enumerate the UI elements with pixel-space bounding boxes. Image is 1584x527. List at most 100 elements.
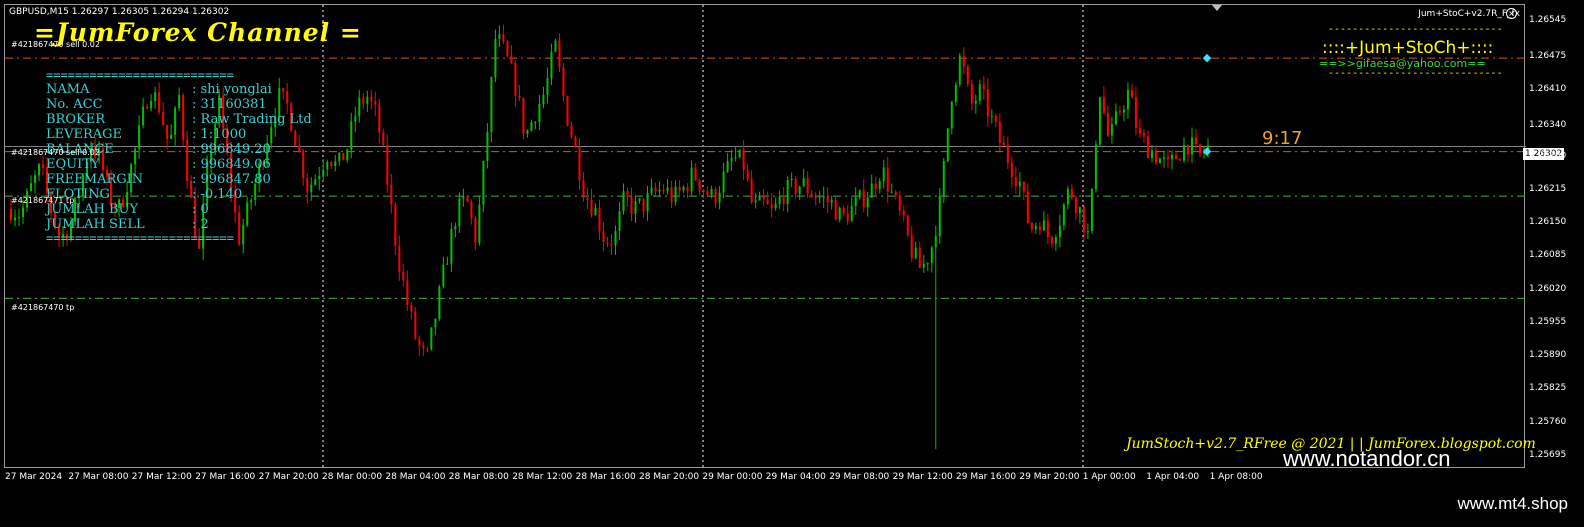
bull-candle-body [1078, 206, 1081, 213]
scroll-shift-marker-icon[interactable] [1212, 5, 1222, 11]
bear-candle-body [810, 193, 813, 198]
bull-candle-body [478, 204, 481, 243]
bull-candle-body [946, 128, 949, 162]
bull-candle-body [546, 78, 549, 95]
bull-candle-body [442, 264, 445, 287]
bear-candle-body [834, 200, 837, 220]
x-tick-label: 29 Mar 00:00 [702, 472, 763, 482]
bull-candle-body [1162, 157, 1165, 159]
bull-candle-body [870, 183, 873, 198]
bear-candle-body [42, 164, 45, 168]
bear-candle-body [1002, 142, 1005, 146]
bull-candle-body [802, 178, 805, 187]
bear-candle-body [750, 178, 753, 202]
bear-candle-body [1118, 111, 1121, 113]
x-tick-label: 29 Mar 20:00 [1019, 472, 1080, 482]
bear-candle-body [714, 188, 717, 203]
bull-candle-body [498, 34, 501, 39]
bull-candle-body [1098, 97, 1101, 145]
bear-candle-body [590, 200, 593, 216]
bear-candle-body [342, 152, 345, 161]
bull-candle-body [1090, 188, 1093, 232]
bull-candle-body [462, 196, 465, 199]
bear-candle-body [918, 247, 921, 268]
y-tick-label: 1.26085 [1529, 250, 1567, 261]
y-tick-label: 1.25825 [1529, 383, 1567, 394]
bear-candle-body [702, 190, 705, 192]
bear-candle-body [1022, 181, 1025, 192]
bull-candle-body [1150, 150, 1153, 159]
account-label: BROKER [46, 112, 105, 127]
bear-candle-body [898, 195, 901, 211]
x-tick-label: 28 Mar 20:00 [639, 472, 700, 482]
bull-candle-body [1110, 124, 1113, 136]
account-label: EQUITY [46, 157, 100, 172]
bear-candle-body [1046, 220, 1049, 238]
bull-candle-body [538, 103, 541, 122]
bull-candle-body [922, 263, 925, 268]
account-separator-bottom: ========================== [46, 231, 234, 245]
bull-candle-body [754, 200, 757, 202]
bull-candle-body [18, 216, 21, 218]
x-tick-label: 28 Mar 16:00 [575, 472, 636, 482]
x-tick-label: 27 Mar 16:00 [195, 472, 256, 482]
bear-candle-body [842, 207, 845, 214]
bear-candle-body [1174, 154, 1177, 160]
bull-candle-body [1126, 89, 1129, 110]
account-label: JUMLAH SELL [46, 217, 145, 232]
bear-candle-body [1134, 97, 1137, 128]
bear-candle-body [994, 115, 997, 122]
bull-candle-body [482, 160, 485, 205]
bull-candle-body [38, 164, 41, 176]
bear-candle-body [1030, 222, 1033, 230]
bear-candle-body [982, 84, 985, 90]
bull-candle-body [914, 247, 917, 259]
candle-timer: 9:17 [1262, 128, 1303, 149]
bear-candle-body [378, 104, 381, 133]
bull-candle-body [822, 196, 825, 198]
bull-candle-body [142, 106, 145, 126]
bull-candle-body [774, 203, 777, 209]
bear-candle-body [294, 130, 297, 146]
bull-candle-body [722, 171, 725, 193]
bull-candle-body [622, 191, 625, 212]
bear-candle-body [146, 106, 149, 109]
bear-candle-body [386, 144, 389, 185]
bear-candle-body [606, 242, 609, 244]
bull-candle-body [246, 202, 249, 226]
y-tick-label: 1.25760 [1529, 416, 1567, 427]
bull-candle-body [786, 180, 789, 205]
order-label: #421867470 sell 0.02 [11, 40, 100, 49]
bear-candle-body [1142, 133, 1145, 137]
bull-candle-body [22, 207, 25, 217]
bull-candle-body [450, 229, 453, 264]
account-value: : 31160381 [192, 97, 267, 112]
bull-candle-body [1094, 144, 1097, 189]
bull-candle-body [14, 217, 17, 221]
account-label: No. ACC [46, 97, 103, 112]
x-tick-label: 29 Mar 04:00 [765, 472, 826, 482]
bull-candle-body [990, 115, 993, 117]
bear-candle-body [574, 136, 577, 148]
bull-candle-body [1170, 154, 1173, 160]
account-label: LEVERAGE [46, 127, 123, 142]
bear-candle-body [410, 304, 413, 312]
bear-candle-body [874, 183, 877, 189]
bear-candle-body [1186, 145, 1189, 155]
bull-candle-body [890, 191, 893, 193]
bear-candle-body [582, 180, 585, 199]
bear-candle-body [162, 112, 165, 126]
bear-candle-body [662, 189, 665, 192]
account-label: FREEMARGIN [46, 172, 144, 187]
bear-candle-body [906, 215, 909, 236]
bull-candle-body [934, 236, 937, 248]
bull-candle-body [454, 226, 457, 230]
bull-candle-body [726, 160, 729, 172]
bear-candle-body [1102, 97, 1105, 113]
account-value: : 996847.80 [192, 172, 271, 187]
bear-candle-body [782, 196, 785, 205]
bull-candle-body [438, 286, 441, 319]
bear-candle-body [910, 235, 913, 259]
bull-candle-body [458, 198, 461, 227]
bull-candle-body [326, 161, 329, 170]
